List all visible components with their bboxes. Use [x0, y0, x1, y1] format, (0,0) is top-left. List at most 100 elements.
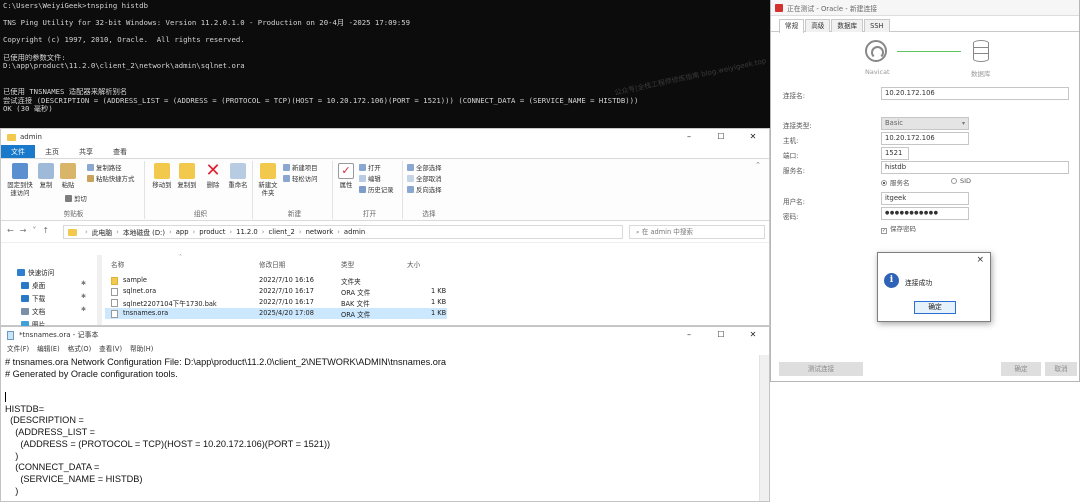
column-header-size[interactable]: 大小: [407, 259, 420, 269]
radio-service-name[interactable]: 服务名: [881, 177, 910, 187]
column-header-date[interactable]: 修改日期: [259, 259, 285, 269]
breadcrumb-item[interactable]: 本地磁盘 (D:): [123, 227, 165, 237]
notepad-scrollbar[interactable]: [759, 355, 769, 501]
pin-quick-access-button[interactable]: 固定到快速访问: [5, 163, 35, 197]
column-header-type[interactable]: 类型: [341, 259, 354, 269]
menu-format[interactable]: 格式(O): [68, 343, 92, 355]
dialog-titlebar[interactable]: 正在测试 - Oracle - 新建连接: [771, 0, 1079, 16]
close-icon[interactable]: ×: [976, 255, 984, 265]
file-icon: [111, 310, 118, 318]
notepad-text-area[interactable]: # tnsnames.ora Network Configuration Fil…: [5, 357, 745, 497]
open-button[interactable]: 打开: [359, 163, 381, 173]
test-connection-button[interactable]: 测试连接: [779, 362, 863, 376]
nav-scrollbar[interactable]: [97, 255, 102, 325]
pin-icon: ✱: [81, 306, 87, 313]
ribbon-tab-file[interactable]: 文件: [1, 145, 35, 158]
ribbon-group-organize: 移动到 复制到 ✕ 删除 重命名 组织: [149, 161, 253, 219]
file-row[interactable]: sqlnet2207104下午1730.bak 2022/7/10 16:17 …: [105, 297, 447, 308]
password-input[interactable]: ●●●●●●●●●●●: [881, 207, 969, 220]
up-arrow-icon[interactable]: ↑: [42, 226, 49, 235]
text-line: # tnsnames.ora Network Configuration Fil…: [5, 357, 447, 367]
tab-ssh[interactable]: SSH: [864, 19, 890, 32]
easy-access-button[interactable]: 轻松访问: [283, 174, 318, 184]
console-window[interactable]: C:\Users\WeiyiGeek>tnsping histdb TNS Pi…: [0, 0, 770, 130]
menu-file[interactable]: 文件(F): [7, 343, 29, 355]
breadcrumb[interactable]: › 此电脑 › 本地磁盘 (D:) › app › product › 11.2.0 › …: [63, 225, 623, 239]
ribbon-tab-view[interactable]: 查看: [103, 145, 137, 158]
select-none-button[interactable]: 全部取消: [407, 174, 442, 184]
text-line: (CONNECT_DATA =: [5, 462, 100, 473]
minimize-button[interactable]: –: [673, 327, 705, 343]
close-button[interactable]: ✕: [737, 129, 769, 145]
text-line: ): [5, 450, 19, 461]
host-input[interactable]: 10.20.172.106: [881, 132, 969, 145]
copy-button[interactable]: 复制: [37, 163, 55, 189]
new-folder-button[interactable]: 新建文件夹: [257, 163, 279, 197]
radio-sid[interactable]: SID: [951, 177, 971, 185]
explorer-titlebar[interactable]: admin – ☐ ✕: [1, 129, 769, 145]
dialog-cancel-button[interactable]: 取消: [1045, 362, 1077, 376]
paste-button[interactable]: 粘贴: [59, 163, 77, 189]
delete-button[interactable]: ✕ 删除: [203, 162, 223, 190]
nav-item-pictures[interactable]: 图片: [21, 319, 45, 326]
cut-button[interactable]: 剪切: [65, 194, 87, 204]
ribbon-group-clipboard: 固定到快速访问 复制 粘贴 复制路径 粘贴快捷方式 剪切 剪贴板: [3, 161, 145, 219]
navicat-logo-icon: [865, 40, 887, 62]
breadcrumb-item[interactable]: network: [306, 228, 334, 236]
move-to-button[interactable]: 移动到: [151, 163, 173, 189]
collapse-ribbon-icon[interactable]: ⌃: [755, 161, 761, 169]
nav-item-documents[interactable]: 文档: [21, 306, 45, 316]
paste-shortcut-button[interactable]: 粘贴快捷方式: [87, 174, 134, 184]
menu-edit[interactable]: 编辑(E): [37, 343, 60, 355]
radio-sid-label: SID: [960, 177, 972, 185]
copy-to-button[interactable]: 复制到: [175, 163, 199, 189]
file-row[interactable]: sqlnet.ora 2022/7/10 16:17 ORA 文件 1 KB: [105, 286, 447, 297]
ribbon-tab-share[interactable]: 共享: [69, 145, 103, 158]
nav-item-downloads[interactable]: 下载: [21, 293, 45, 303]
tab-database[interactable]: 数据库: [831, 19, 864, 32]
connection-type-select[interactable]: Basic: [881, 117, 969, 130]
port-input[interactable]: 1521: [881, 147, 909, 160]
back-arrow-icon[interactable]: ←: [7, 226, 14, 235]
search-input[interactable]: ⌕ 在 admin 中搜索: [629, 225, 765, 239]
connection-name-input[interactable]: 10.20.172.106: [881, 87, 1069, 100]
breadcrumb-item[interactable]: 此电脑: [92, 227, 112, 237]
save-password-checkbox[interactable]: ✓ 保存密码: [881, 223, 916, 234]
forward-arrow-icon[interactable]: →: [20, 226, 27, 235]
breadcrumb-item[interactable]: client_2: [268, 228, 294, 236]
service-name-input[interactable]: histdb: [881, 161, 1069, 174]
breadcrumb-item[interactable]: admin: [344, 228, 365, 236]
new-item-button[interactable]: 新建项目: [283, 163, 318, 173]
close-button[interactable]: ✕: [737, 327, 769, 343]
console-line: 尝试连接 (DESCRIPTION = (ADDRESS_LIST = (ADD…: [3, 96, 639, 105]
breadcrumb-item[interactable]: product: [199, 228, 225, 236]
minimize-button[interactable]: –: [673, 129, 705, 145]
menu-help[interactable]: 帮助(H): [130, 343, 153, 355]
nav-item-desktop[interactable]: 桌面: [21, 280, 45, 290]
chevron-down-icon[interactable]: ˅: [32, 226, 36, 235]
history-button[interactable]: 历史记录: [359, 185, 394, 195]
nav-item-quick-access[interactable]: 快速访问: [17, 267, 54, 277]
select-all-button[interactable]: 全部选择: [407, 163, 442, 173]
properties-button[interactable]: ✓ 属性: [337, 163, 355, 189]
maximize-button[interactable]: ☐: [705, 129, 737, 145]
file-row-selected[interactable]: tnsnames.ora 2025/4/20 17:08 ORA 文件 1 KB: [105, 308, 447, 319]
tab-general[interactable]: 常规: [779, 19, 805, 33]
column-header-name[interactable]: 名称: [111, 259, 124, 269]
dialog-ok-button[interactable]: 确定: [1001, 362, 1041, 376]
popup-ok-button[interactable]: 确定: [914, 301, 956, 314]
menu-view[interactable]: 查看(V): [99, 343, 122, 355]
user-input[interactable]: itgeek: [881, 192, 969, 205]
file-row[interactable]: sample 2022/7/10 16:16 文件夹: [105, 275, 447, 286]
edit-button[interactable]: 编辑: [359, 174, 381, 184]
maximize-button[interactable]: ☐: [705, 327, 737, 343]
invert-selection-button[interactable]: 反向选择: [407, 185, 442, 195]
file-type: ORA 文件: [341, 311, 371, 319]
notepad-titlebar[interactable]: *tnsnames.ora - 记事本 – ☐ ✕: [1, 327, 769, 343]
rename-button[interactable]: 重命名: [225, 163, 251, 189]
breadcrumb-item[interactable]: 11.2.0: [236, 228, 258, 236]
ribbon-tab-home[interactable]: 主页: [35, 145, 69, 158]
copy-path-button[interactable]: 复制路径: [87, 163, 122, 173]
breadcrumb-item[interactable]: app: [176, 228, 189, 236]
tab-advanced[interactable]: 高级: [805, 19, 831, 32]
